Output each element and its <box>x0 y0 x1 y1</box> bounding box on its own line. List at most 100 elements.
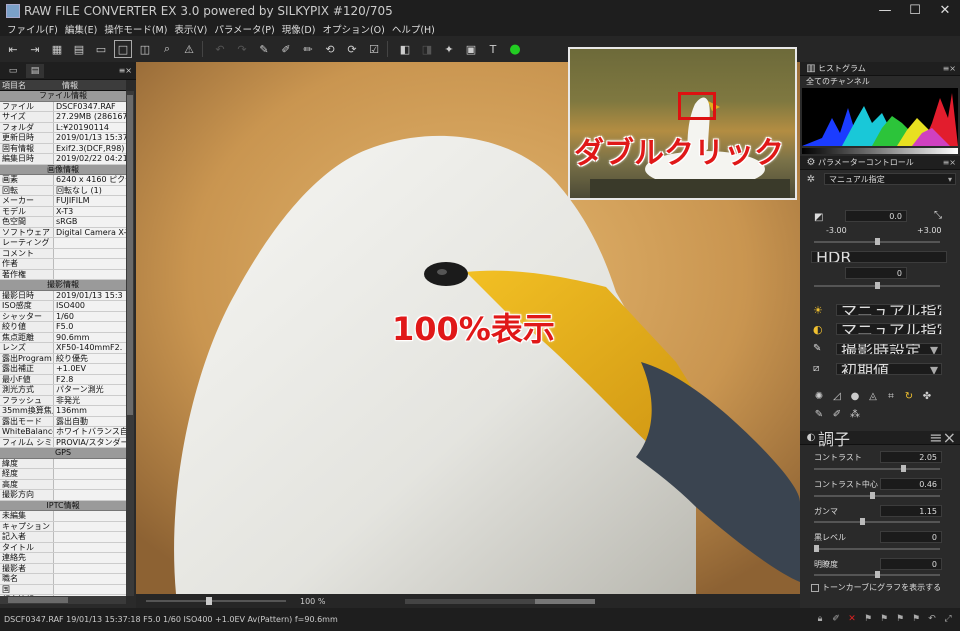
clarity-slider[interactable] <box>814 571 940 578</box>
preview-list-icon[interactable]: ▤ <box>70 40 88 58</box>
info-row[interactable]: 固有情報 Exif2.3(DCF,R98) Y <box>0 143 126 154</box>
info-row[interactable]: 職名 <box>0 574 126 585</box>
info-row[interactable]: ISO感度 ISO400 <box>0 301 126 312</box>
redo-icon[interactable]: ↷ <box>233 40 251 58</box>
hdr-slider[interactable] <box>814 282 940 289</box>
gamma-slider-knob[interactable] <box>859 518 865 525</box>
menu-file[interactable]: ファイル(F) <box>7 22 58 36</box>
undo-icon[interactable]: ↶ <box>211 40 229 58</box>
maximize-button[interactable]: ☐ <box>900 0 930 20</box>
hdr-value[interactable]: 0 <box>845 267 907 279</box>
info-row[interactable]: 記入者 <box>0 532 126 543</box>
exposure-value[interactable]: 0.0 <box>845 210 907 222</box>
contrast-center-slider-knob[interactable] <box>869 492 875 499</box>
exposure-slider[interactable] <box>814 238 940 245</box>
sharpness-select[interactable]: 初期値 ▾ <box>836 363 942 375</box>
folder-tab-icon[interactable]: ▭ <box>4 64 22 78</box>
menu-help[interactable]: ヘルプ(H) <box>392 22 435 36</box>
zoom-icon[interactable]: ⌕ <box>158 40 176 58</box>
rotate-icon[interactable]: ↻ <box>900 389 918 403</box>
info-row[interactable]: 撮影日時 2019/01/13 15:3 <box>0 290 126 301</box>
info-row[interactable]: 著作権 <box>0 269 126 280</box>
info-row[interactable]: ソフトウェア Digital Camera X-T <box>0 227 126 238</box>
info-horizontal-scrollbar[interactable] <box>0 596 126 604</box>
tone-tool-icon[interactable]: ◧ <box>396 40 414 58</box>
info-row[interactable]: 回転 回転なし (1) <box>0 185 126 196</box>
crop-icon[interactable]: ⌗ <box>882 389 900 403</box>
warning-icon[interactable]: ⚠ <box>180 40 198 58</box>
delete-mark-icon[interactable]: ✕ <box>844 613 860 625</box>
info-row[interactable]: レーティング <box>0 238 126 249</box>
fine-color-icon[interactable]: ✤ <box>918 389 936 403</box>
column-name-header[interactable]: 項目名 <box>0 80 54 90</box>
contrast-slider-knob[interactable] <box>901 465 907 472</box>
zoom-slider[interactable] <box>146 597 286 605</box>
info-row[interactable]: 色空間 sRGB <box>0 217 126 228</box>
horizontal-scrollbar[interactable] <box>405 598 596 604</box>
zoom-slider-knob[interactable] <box>206 597 212 605</box>
info-row[interactable]: 国 <box>0 584 126 595</box>
info-row[interactable]: 絞り値 F5.0 <box>0 322 126 333</box>
info-section-header[interactable]: ファイル情報 <box>0 91 126 102</box>
black-level-slider[interactable] <box>814 545 940 552</box>
auto-exposure-icon[interactable]: ⤡ <box>934 210 942 221</box>
panel-menu-icon[interactable]: ≡× <box>119 66 132 75</box>
brush-icon[interactable]: ✏ <box>299 40 317 58</box>
distortion-icon[interactable]: ◬ <box>864 389 882 403</box>
exposure-slider-knob[interactable] <box>874 238 880 245</box>
check-ok-icon[interactable]: ● <box>506 40 524 58</box>
menu-parameter[interactable]: パラメータ(P) <box>214 22 274 36</box>
info-section-header[interactable]: IPTC情報 <box>0 500 126 511</box>
menu-edit[interactable]: 編集(E) <box>65 22 97 36</box>
info-row[interactable]: サイズ 27.29MB (2861678 <box>0 112 126 123</box>
minimize-button[interactable]: — <box>870 0 900 20</box>
panel-menu-icon[interactable]: ≡× <box>943 64 956 73</box>
crop-tool-icon[interactable]: ◨ <box>418 40 436 58</box>
clarity-value[interactable]: 0 <box>880 558 942 570</box>
viewport-indicator[interactable] <box>678 92 716 120</box>
contrast-value[interactable]: 2.05 <box>880 451 942 463</box>
mark-2-icon[interactable]: ⚑ <box>876 613 892 625</box>
healing-icon[interactable]: ✐ <box>828 407 846 421</box>
info-row[interactable]: メーカー FUJIFILM <box>0 196 126 207</box>
black-level-value[interactable]: 0 <box>880 531 942 543</box>
info-row[interactable]: 露出補正 +1.0EV <box>0 364 126 375</box>
scroll-thumb[interactable] <box>8 597 68 603</box>
rotate-right-icon[interactable]: ⟳ <box>343 40 361 58</box>
hdr-slider-knob[interactable] <box>874 282 880 289</box>
info-row[interactable]: シャッター 1/60 <box>0 311 126 322</box>
column-info-header[interactable]: 情報 <box>54 80 78 90</box>
dust-icon[interactable]: ⁂ <box>846 407 864 421</box>
tone-curve-option[interactable]: トーンカーブにグラフを表示する <box>811 582 941 593</box>
gamma-slider[interactable] <box>814 518 940 525</box>
info-row[interactable]: 経度 <box>0 469 126 480</box>
info-row[interactable]: コメント <box>0 248 126 259</box>
info-row[interactable]: レンズ XF50-140mmF2. <box>0 343 126 354</box>
contrast-center-value[interactable]: 0.46 <box>880 478 942 490</box>
undo-status-icon[interactable]: ↶ <box>924 613 940 625</box>
dropper-icon[interactable]: ✎ <box>255 40 273 58</box>
info-row[interactable]: 作者 <box>0 259 126 270</box>
info-row[interactable]: 撮影方向 <box>0 490 126 501</box>
gamma-value[interactable]: 1.15 <box>880 505 942 517</box>
single-view-icon[interactable]: □ <box>114 40 132 58</box>
info-row[interactable]: ファイル DSCF0347.RAF <box>0 101 126 112</box>
info-row[interactable]: フラッシュ 非発光 <box>0 395 126 406</box>
info-tab-icon[interactable]: ▤ <box>26 63 44 78</box>
menu-develop[interactable]: 現像(D) <box>282 22 316 36</box>
mark-4-icon[interactable]: ⚑ <box>908 613 924 625</box>
mark-3-icon[interactable]: ⚑ <box>892 613 908 625</box>
info-row[interactable]: 測光方式 パターン測光 <box>0 385 126 396</box>
info-row[interactable]: フィルム シミュレーションPROVIA/スタンダード <box>0 437 126 448</box>
close-button[interactable]: ✕ <box>930 0 960 20</box>
info-row[interactable]: モデル X-T3 <box>0 206 126 217</box>
import-icon[interactable]: ⇤ <box>4 40 22 58</box>
info-section-header[interactable]: GPS <box>0 448 126 459</box>
pen-icon[interactable]: ✎ <box>810 407 828 421</box>
compare-view-icon[interactable]: ◫ <box>136 40 154 58</box>
scroll-thumb[interactable] <box>535 598 596 604</box>
export-icon[interactable]: ⇥ <box>26 40 44 58</box>
noise-icon[interactable]: ✺ <box>810 389 828 403</box>
wb-select[interactable]: マニュアル指定▾ <box>836 304 942 316</box>
rotate-left-icon[interactable]: ⟲ <box>321 40 339 58</box>
